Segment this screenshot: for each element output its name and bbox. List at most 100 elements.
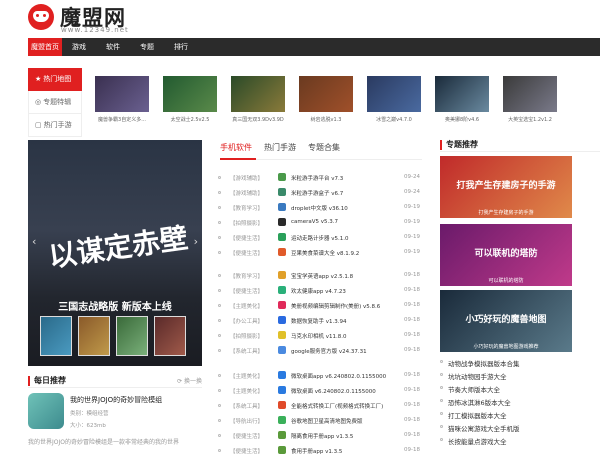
list-item[interactable]: 【便捷生活】 食用手册app v1.3.5 09-18 — [218, 445, 422, 458]
list-item[interactable]: 【系统工具】 全能格式转换工厂(视频格式转换工厂) 09-18 — [218, 400, 422, 413]
thumb-label[interactable]: 大英宝选宝1.2v1.2 — [503, 116, 557, 123]
list-item[interactable]: 【主题美化】 微软桌面app v6.240802.0.1155000 09-18 — [218, 370, 422, 383]
nav-ranking[interactable]: 排行 — [168, 38, 194, 56]
special-list-item[interactable]: 打工模拟器版本大全 — [440, 408, 600, 421]
app-icon[interactable] — [278, 248, 286, 256]
item-name[interactable]: 微软桌面 v6.240802.0.1155000 — [291, 387, 401, 395]
list-item[interactable]: 【游戏辅助】 米粒游手游平台 v7.3 09-24 — [218, 172, 422, 185]
thumb-label[interactable]: 魔兽争霸3自定义多... — [95, 116, 149, 123]
list-item[interactable]: 【便捷生活】 运动走路计步器 v5.1.0 09-19 — [218, 232, 422, 245]
app-icon[interactable] — [278, 446, 286, 454]
refresh-button[interactable]: ⟳ 换一换 — [177, 376, 202, 385]
app-icon[interactable] — [278, 218, 286, 226]
banner-next-icon[interactable]: › — [194, 235, 198, 248]
item-name[interactable]: 宝宝学英语app v2.5.1.8 — [291, 272, 401, 280]
item-name[interactable]: droplet中文版 v36.10 — [291, 204, 401, 212]
thumb-item[interactable]: 魔兽争霸3自定义多... — [95, 76, 149, 123]
tab-mobile-software[interactable]: 手机软件 — [220, 142, 252, 153]
list-item[interactable]: 【系统工具】 google服务官方版 v24.37.31 09-18 — [218, 345, 422, 358]
special-banner[interactable]: 可以联机的塔防 可以联机的塔防 — [440, 224, 572, 286]
item-name[interactable]: 微软桌面app v6.240802.0.1155000 — [291, 372, 401, 380]
special-item-name[interactable]: 坑坑动物园手游大全 — [448, 371, 507, 381]
special-list-item[interactable]: 节奏大师版本大全 — [440, 382, 600, 395]
special-item-name[interactable]: 节奏大师版本大全 — [448, 384, 500, 394]
thumb-label[interactable]: 真三国无双3.9Dv3.9D — [231, 116, 285, 123]
app-icon[interactable] — [278, 286, 286, 294]
app-icon[interactable] — [278, 316, 286, 324]
thumb-label[interactable]: 奥美娜8阶v4.6 — [435, 116, 489, 123]
list-item[interactable]: 【游戏辅助】 米粒游手游盒子 v6.7 09-24 — [218, 187, 422, 200]
item-name[interactable]: 数据恢复助手 v1.3.94 — [291, 317, 401, 325]
special-banner[interactable]: 打我产生存建房子的手游 打我产生存建房子的手游 — [440, 156, 572, 218]
list-item[interactable]: 【便捷生活】 隔离食用手册app v1.3.5 09-18 — [218, 430, 422, 443]
promo-banner[interactable]: ‹ › 以谋定赤壁 三国志战略版 新版本上线 — [28, 140, 202, 366]
app-icon[interactable] — [278, 173, 286, 181]
thumb-image[interactable] — [231, 76, 285, 112]
thumb-label[interactable]: 冰雪之巅v4.7.0 — [367, 116, 421, 123]
tab-collections[interactable]: 专题合集 — [308, 142, 340, 153]
list-item[interactable]: 【便捷生活】 欢太健康app v4.7.23 09-18 — [218, 285, 422, 298]
nav-games[interactable]: 游戏 — [66, 38, 92, 56]
thumb-item[interactable]: 树岩逃脱v1.3 — [299, 76, 353, 123]
special-list-item[interactable]: 坑坑动物园手游大全 — [440, 369, 600, 382]
special-list-item[interactable]: 长按能量点游戏大全 — [440, 434, 600, 447]
list-item[interactable]: 【主题美化】 美册视频编辑剪辑制作(美册) v5.8.6 09-18 — [218, 300, 422, 313]
app-icon[interactable] — [278, 331, 286, 339]
nav-topics[interactable]: 专题 — [134, 38, 160, 56]
thumb-image[interactable] — [435, 76, 489, 112]
item-name[interactable]: 米粒游手游盒子 v6.7 — [291, 189, 401, 197]
item-name[interactable]: 运动走路计步器 v5.1.0 — [291, 234, 401, 242]
special-item-name[interactable]: 猫咪公寓游戏大全手机版 — [448, 423, 520, 433]
item-name[interactable]: 欢太健康app v4.7.23 — [291, 287, 401, 295]
tab-hot-maps[interactable]: ★ 热门地图 — [28, 68, 82, 91]
app-icon[interactable] — [278, 416, 286, 424]
nav-software[interactable]: 软件 — [100, 38, 126, 56]
thumb-image[interactable] — [367, 76, 421, 112]
thumb-item[interactable]: 冰雪之巅v4.7.0 — [367, 76, 421, 123]
app-icon[interactable] — [278, 401, 286, 409]
list-item[interactable]: 【教育学习】 宝宝学英语app v2.5.1.8 09-18 — [218, 270, 422, 283]
special-list-item[interactable]: 猫咪公寓游戏大全手机版 — [440, 421, 600, 434]
thumb-item[interactable]: 奥美娜8阶v4.6 — [435, 76, 489, 123]
list-item[interactable]: 【办公工具】 数据恢复助手 v1.3.94 09-18 — [218, 315, 422, 328]
game-icon[interactable] — [28, 393, 64, 429]
daily-game-title[interactable]: 我的世界JOJO的奇妙冒险模组 — [70, 395, 162, 405]
item-name[interactable]: google服务官方版 v24.37.31 — [291, 347, 401, 355]
thumb-image[interactable] — [299, 76, 353, 112]
app-icon[interactable] — [278, 301, 286, 309]
app-icon[interactable] — [278, 271, 286, 279]
thumb-item[interactable]: 大英宝选宝1.2v1.2 — [503, 76, 557, 123]
item-name[interactable]: 马克水印相机 v11.8.0 — [291, 332, 401, 340]
tab-specials[interactable]: ◎ 专题特辑 — [28, 91, 82, 114]
thumb-item[interactable]: 太空战士2.5v2.5 — [163, 76, 217, 123]
special-list-item[interactable]: 恐怖冰淇淋6版本大全 — [440, 395, 600, 408]
item-name[interactable]: 米粒游手游平台 v7.3 — [291, 174, 401, 182]
thumb-image[interactable] — [95, 76, 149, 112]
app-icon[interactable] — [278, 371, 286, 379]
item-name[interactable]: 美册视频编辑剪辑制作(美册) v5.8.6 — [291, 302, 401, 310]
special-item-name[interactable]: 打工模拟器版本大全 — [448, 410, 507, 420]
special-banner[interactable]: 小巧好玩的魔兽地图 小巧好玩的魔兽地图游戏推荐 — [440, 290, 572, 352]
item-name[interactable]: 全能格式转换工厂(视频格式转换工厂) — [291, 402, 401, 410]
thumb-label[interactable]: 树岩逃脱v1.3 — [299, 116, 353, 123]
thumb-image[interactable] — [503, 76, 557, 112]
item-name[interactable]: 豆果美食菜谱大全 v8.1.9.2 — [291, 249, 401, 257]
item-name[interactable]: 隔离食用手册app v1.3.5 — [291, 432, 401, 440]
list-item[interactable]: 【导航出行】 谷歌地图卫星高清地图免费版 09-18 — [218, 415, 422, 428]
list-item[interactable]: 【便捷生活】 豆果美食菜谱大全 v8.1.9.2 09-19 — [218, 247, 422, 260]
special-item-name[interactable]: 长按能量点游戏大全 — [448, 436, 507, 446]
thumb-item[interactable]: 真三国无双3.9Dv3.9D — [231, 76, 285, 123]
list-item[interactable]: 【拍照摄影】 cameraV5 v5.3.7 09-19 — [218, 217, 422, 230]
thumb-image[interactable] — [163, 76, 217, 112]
item-name[interactable]: 食用手册app v1.3.5 — [291, 447, 401, 455]
list-item[interactable]: 【主题美化】 微软桌面 v6.240802.0.1155000 09-18 — [218, 385, 422, 398]
app-icon[interactable] — [278, 431, 286, 439]
special-item-name[interactable]: 动物战争模拟器版本合集 — [448, 358, 520, 368]
item-name[interactable]: 谷歌地图卫星高清地图免费版 — [291, 417, 401, 425]
app-icon[interactable] — [278, 203, 286, 211]
app-icon[interactable] — [278, 233, 286, 241]
special-list-item[interactable]: 动物战争模拟器版本合集 — [440, 356, 600, 369]
list-item[interactable]: 【拍照摄影】 马克水印相机 v11.8.0 09-18 — [218, 330, 422, 343]
app-icon[interactable] — [278, 346, 286, 354]
list-item[interactable]: 【教育学习】 droplet中文版 v36.10 09-19 — [218, 202, 422, 215]
